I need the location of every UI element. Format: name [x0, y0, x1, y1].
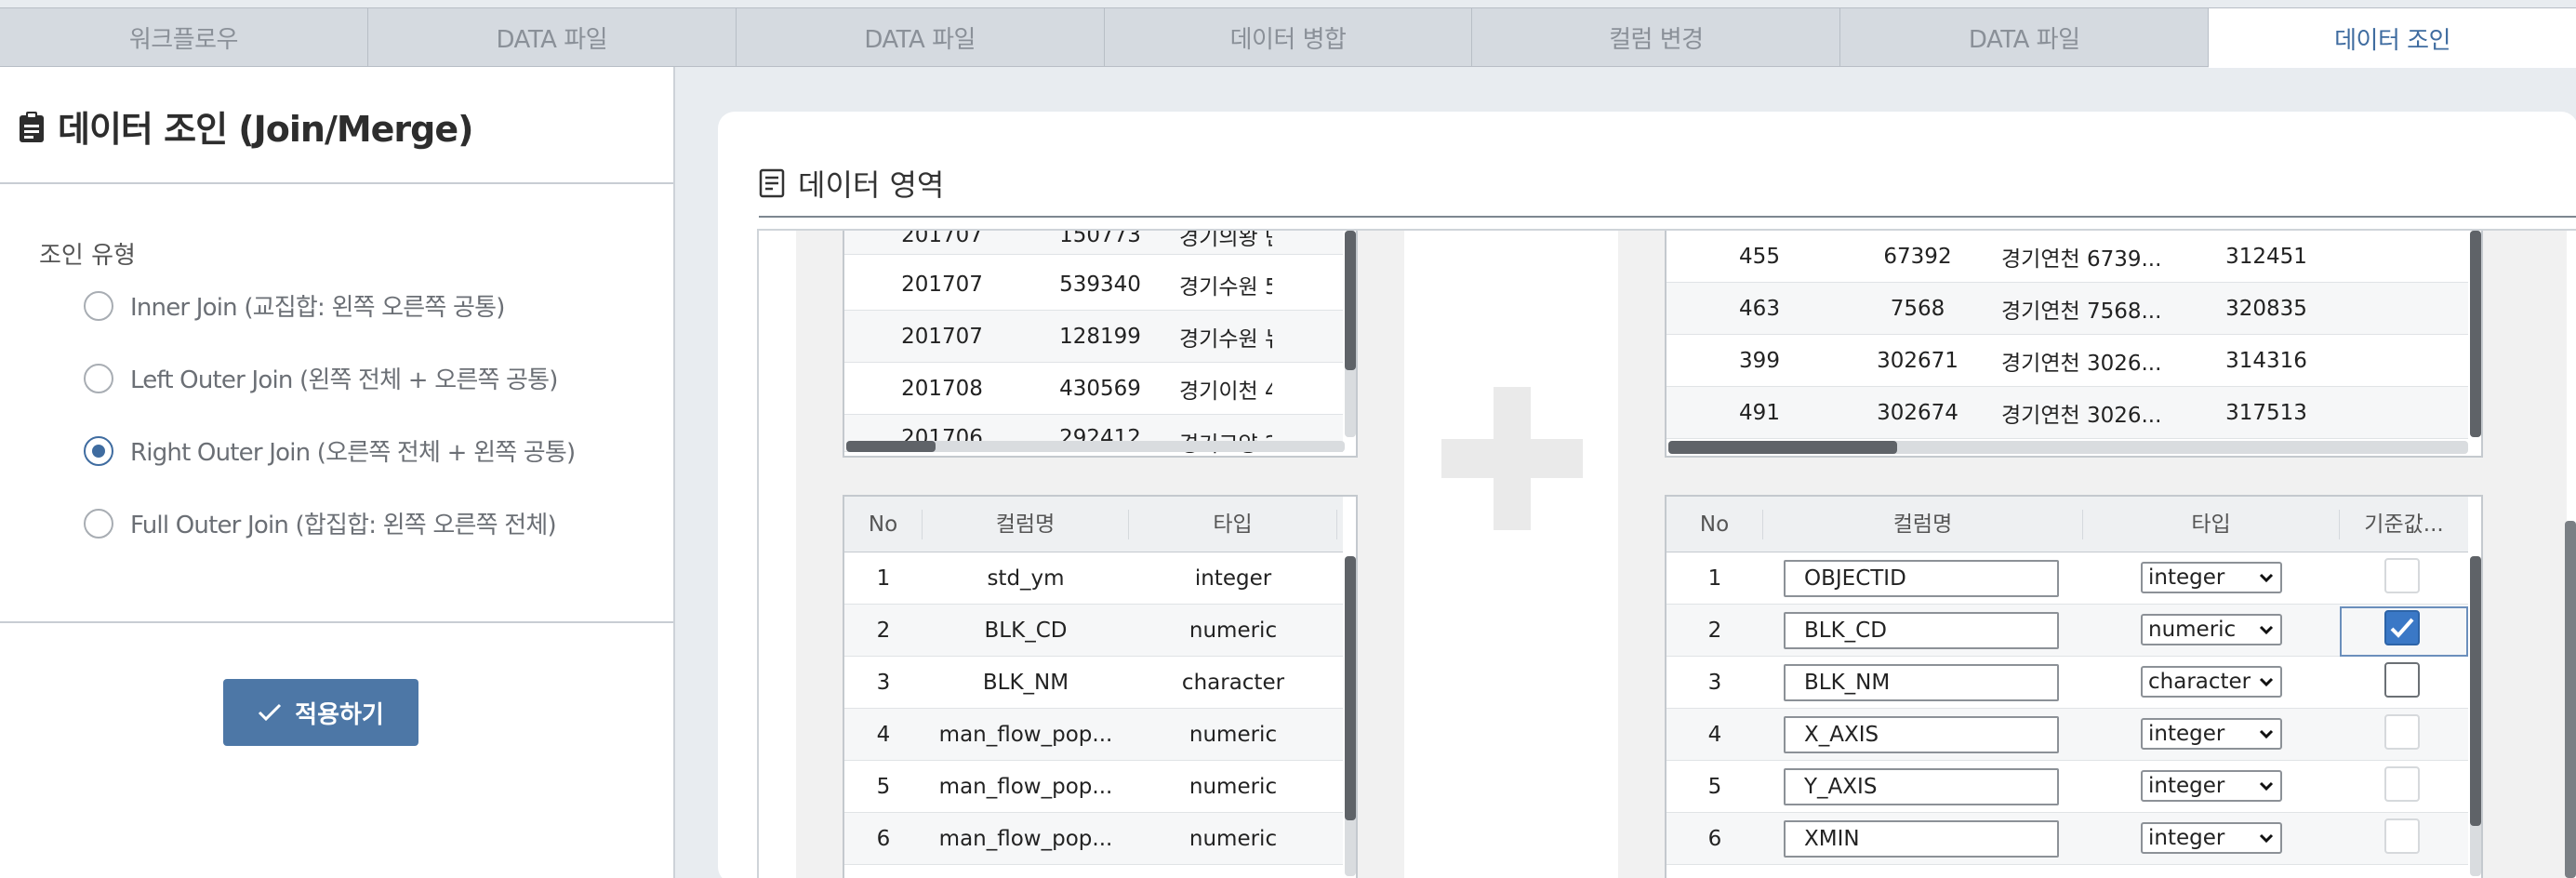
vertical-scrollbar[interactable] — [2470, 556, 2481, 876]
vertical-scrollbar[interactable] — [1345, 231, 1356, 437]
table-row[interactable]: 5 man_flow_pop... numeric — [844, 761, 1343, 813]
key-checkbox[interactable] — [2384, 714, 2420, 750]
radio-left-outer-join[interactable]: Left Outer Join (왼쪽 전체 + 오른쪽 공통) — [84, 361, 558, 395]
horizontal-scrollbar[interactable] — [846, 441, 1345, 452]
table-row: 201707 128199 경기수원 뉴... — [844, 311, 1343, 363]
radio-inner-join[interactable]: Inner Join (교집합: 왼쪽 오른쪽 공통) — [84, 288, 505, 323]
column-name-input[interactable]: OBJECTID — [1784, 560, 2059, 597]
tab-column-change[interactable]: 컬럼 변경 — [1472, 8, 1841, 66]
clipboard-icon — [19, 111, 45, 142]
tab-data-file-1[interactable]: DATA 파일 — [368, 8, 737, 66]
left-data-preview-table: 201707 150773 경기의왕 만... 201707 539340 경기… — [843, 231, 1358, 458]
tab-data-file-2[interactable]: DATA 파일 — [737, 8, 1105, 66]
table-row[interactable]: 1 std_ym integer — [844, 552, 1343, 605]
apply-button-label: 적용하기 — [295, 700, 384, 729]
column-type-select[interactable]: integer — [2141, 718, 2282, 750]
document-icon — [759, 168, 785, 198]
left-columns-table: No 컬럼명 타입 1 std_ym integer 2 BLK_CD nume… — [843, 495, 1358, 878]
join-type-label: 조인 유형 — [39, 242, 136, 270]
vertical-scrollbar[interactable] — [1345, 556, 1356, 876]
chevron-down-icon — [2259, 677, 2274, 687]
horizontal-scrollbar[interactable] — [1668, 441, 2468, 454]
scrollbar-thumb[interactable] — [1668, 441, 1897, 454]
chevron-down-icon — [2259, 833, 2274, 844]
right-columns-table: No 컬럼명 타입 기준값... 1 2 3 4 5 6 OBJECTID BL… — [1665, 495, 2483, 878]
plus-icon-bar — [1441, 439, 1583, 478]
join-settings-panel: 데이터 조인 (Join/Merge) 조인 유형 Inner Join (교집… — [0, 67, 675, 878]
data-area-title-text: 데이터 영역 — [798, 167, 945, 203]
column-name-input[interactable]: XMIN — [1784, 820, 2059, 858]
check-icon — [2390, 618, 2414, 638]
column-name-input[interactable]: BLK_NM — [1784, 664, 2059, 701]
tab-workflow[interactable]: 워크플로우 — [0, 8, 368, 66]
column-type-select[interactable]: integer — [2141, 770, 2282, 802]
key-checkbox[interactable] — [2384, 766, 2420, 802]
page-scrollbar[interactable] — [2565, 521, 2576, 878]
chevron-down-icon — [2259, 573, 2274, 583]
table-row[interactable]: 2 BLK_CD numeric — [844, 605, 1343, 657]
scrollbar-thumb[interactable] — [2470, 231, 2481, 437]
check-icon — [259, 703, 282, 722]
divider — [0, 182, 673, 184]
chevron-down-icon — [2259, 729, 2274, 739]
vertical-scrollbar[interactable] — [2470, 231, 2481, 437]
tab-data-join[interactable]: 데이터 조인 — [2209, 8, 2576, 68]
divider — [0, 621, 673, 623]
column-type-select[interactable]: integer — [2141, 822, 2282, 854]
scrollbar-thumb[interactable] — [1345, 556, 1356, 820]
table-row: 463 7568 경기연천 7568... 320835 — [1666, 283, 2468, 335]
radio-right-outer-join[interactable]: Right Outer Join (오른쪽 전체 + 왼쪽 공통) — [84, 433, 576, 468]
table-row: 201707 539340 경기수원 539... — [844, 259, 1343, 311]
tab-bar: 워크플로우 DATA 파일 DATA 파일 데이터 병합 컬럼 변경 DATA … — [0, 7, 2576, 68]
table-row: 399 302671 경기연천 3026... 314316 — [1666, 335, 2468, 387]
radio-label: Right Outer Join (오른쪽 전체 + 왼쪽 공통) — [130, 439, 576, 467]
chevron-down-icon — [2259, 625, 2274, 635]
table-row[interactable]: 6 man_flow_pop... numeric — [844, 813, 1343, 865]
table-row[interactable]: 3 BLK_NM character — [844, 657, 1343, 709]
column-type-select[interactable]: numeric — [2141, 614, 2282, 645]
column-name-input[interactable]: X_AXIS — [1784, 716, 2059, 753]
radio-full-outer-join[interactable]: Full Outer Join (합집합: 왼쪽 오른쪽 전체) — [84, 506, 557, 540]
radio-circle-selected[interactable] — [84, 435, 113, 466]
column-type-select[interactable]: integer — [2141, 562, 2282, 593]
radio-circle[interactable] — [84, 508, 113, 539]
scrollbar-thumb[interactable] — [846, 441, 936, 452]
table-row: 201708 430569 경기이천 430... — [844, 363, 1343, 415]
column-type-select[interactable]: character — [2141, 666, 2282, 698]
radio-circle[interactable] — [84, 290, 113, 321]
data-area-title: 데이터 영역 — [759, 162, 944, 205]
key-checkbox[interactable] — [2384, 558, 2420, 593]
table-row: 491 302674 경기연천 3026... 317513 — [1666, 387, 2468, 439]
table-header: No 컬럼명 타입 — [844, 497, 1343, 552]
key-checkbox[interactable] — [2384, 662, 2420, 698]
column-name-input[interactable]: Y_AXIS — [1784, 768, 2059, 805]
key-checkbox-checked[interactable] — [2384, 610, 2420, 645]
right-data-preview-table: 455 67392 경기연천 6739... 312451 463 7568 경… — [1665, 231, 2483, 458]
column-name-input[interactable]: BLK_CD — [1784, 612, 2059, 649]
chevron-down-icon — [2259, 781, 2274, 792]
table-row[interactable]: 4 man_flow_pop... numeric — [844, 709, 1343, 761]
table-header: No 컬럼명 타입 기준값... — [1666, 497, 2468, 552]
radio-label: Left Outer Join (왼쪽 전체 + 오른쪽 공통) — [130, 366, 558, 394]
radio-label: Inner Join (교집합: 왼쪽 오른쪽 공통) — [130, 294, 505, 322]
apply-button[interactable]: 적용하기 — [223, 679, 418, 746]
scrollbar-thumb[interactable] — [1345, 231, 1356, 370]
tab-data-merge[interactable]: 데이터 병합 — [1105, 8, 1473, 66]
divider — [759, 216, 2576, 218]
key-checkbox[interactable] — [2384, 818, 2420, 854]
panel-title-text: 데이터 조인 (Join/Merge) — [58, 109, 473, 150]
panel-title: 데이터 조인 (Join/Merge) — [19, 100, 473, 152]
table-row: 455 67392 경기연천 6739... 312451 — [1666, 231, 2468, 283]
table-row: 201707 150773 경기의왕 만... — [844, 231, 1343, 255]
tab-data-file-3[interactable]: DATA 파일 — [1840, 8, 2210, 66]
scrollbar-thumb[interactable] — [2470, 556, 2481, 826]
radio-label: Full Outer Join (합집합: 왼쪽 오른쪽 전체) — [130, 512, 557, 539]
radio-circle[interactable] — [84, 363, 113, 393]
